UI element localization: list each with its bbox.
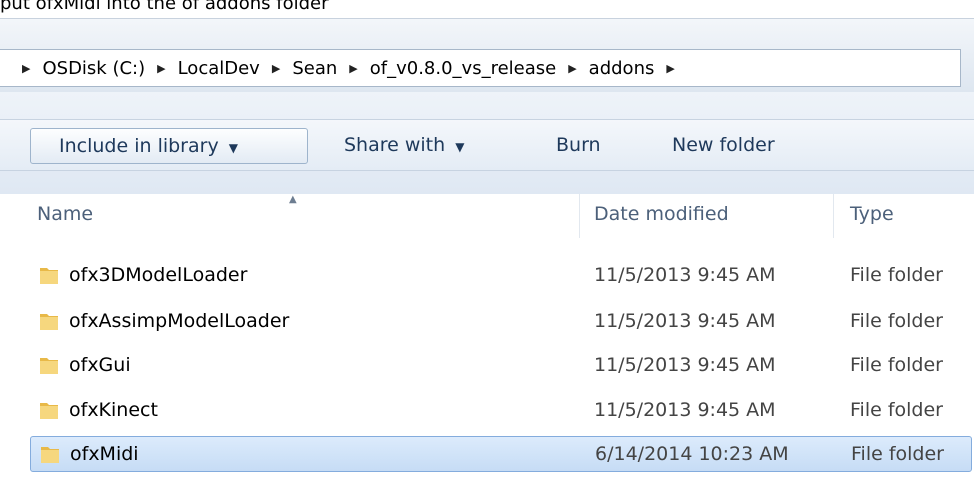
table-row-selected[interactable]: ofxMidi 6/14/2014 10:23 AM File folder [30, 436, 972, 472]
table-row[interactable]: ofxGui 11/5/2013 9:45 AM File folder [0, 348, 974, 382]
share-with-label: Share with [344, 134, 446, 156]
breadcrumb-of-release[interactable]: of_v0.8.0_vs_release [370, 58, 556, 79]
file-date: 11/5/2013 9:45 AM [594, 354, 776, 376]
dropdown-arrow-icon: ▼ [455, 140, 465, 154]
table-row[interactable]: ofxKinect 11/5/2013 9:45 AM File folder [0, 393, 974, 427]
column-divider[interactable] [833, 194, 834, 238]
breadcrumb-sean[interactable]: Sean [292, 58, 337, 79]
chevron-right-icon[interactable]: ▶ [666, 62, 674, 75]
chevron-right-icon[interactable]: ▶ [272, 62, 280, 75]
table-row[interactable]: ofx3DModelLoader 11/5/2013 9:45 AM File … [0, 258, 974, 292]
table-row[interactable]: ofxAssimpModelLoader 11/5/2013 9:45 AM F… [0, 304, 974, 338]
column-divider[interactable] [579, 194, 580, 238]
file-name: ofxGui [69, 354, 131, 376]
breadcrumb[interactable]: ▶ OSDisk (C:) ▶ LocalDev ▶ Sean ▶ of_v0.… [0, 49, 961, 87]
file-type: File folder [850, 354, 943, 376]
column-date-header[interactable]: Date modified [594, 194, 729, 234]
file-type: File folder [850, 310, 943, 332]
chevron-right-icon[interactable]: ▶ [349, 62, 357, 75]
file-type: File folder [850, 399, 943, 421]
file-date: 11/5/2013 9:45 AM [594, 310, 776, 332]
dropdown-arrow-icon: ▼ [228, 141, 238, 155]
address-bar: ▶ OSDisk (C:) ▶ LocalDev ▶ Sean ▶ of_v0.… [0, 18, 974, 93]
breadcrumb-osdisk[interactable]: OSDisk (C:) [42, 58, 145, 79]
new-folder-button[interactable]: New folder [672, 128, 775, 162]
file-name: ofxMidi [70, 443, 139, 465]
burn-button[interactable]: Burn [556, 128, 601, 162]
column-type-header[interactable]: Type [850, 194, 894, 234]
chevron-right-icon[interactable]: ▶ [568, 62, 576, 75]
folder-icon [40, 358, 58, 374]
file-name: ofxAssimpModelLoader [69, 310, 290, 332]
file-date: 6/14/2014 10:23 AM [595, 443, 789, 465]
folder-icon [40, 403, 58, 419]
folder-icon [40, 268, 58, 284]
file-name: ofx3DModelLoader [69, 264, 248, 286]
file-date: 11/5/2013 9:45 AM [594, 399, 776, 421]
file-date: 11/5/2013 9:45 AM [594, 264, 776, 286]
sort-ascending-icon: ▲ [289, 194, 297, 205]
breadcrumb-localdev[interactable]: LocalDev [178, 58, 260, 79]
include-in-library-label: Include in library [59, 135, 219, 157]
command-bar: Include in library ▼ Share with ▼ Burn New… [0, 92, 974, 194]
include-in-library-button[interactable]: Include in library ▼ [30, 128, 308, 164]
file-type: File folder [850, 264, 943, 286]
chevron-right-icon[interactable]: ▶ [157, 62, 165, 75]
column-name-header[interactable]: Name [37, 194, 93, 234]
file-name: ofxKinect [69, 399, 158, 421]
caption-text: put ofxMidi into the of addons folder [0, 0, 329, 14]
folder-icon [40, 314, 58, 330]
file-type: File folder [851, 443, 944, 465]
column-header: ▲ Name Date modified Type [0, 194, 974, 238]
breadcrumb-addons[interactable]: addons [589, 58, 655, 79]
chevron-right-icon[interactable]: ▶ [22, 62, 30, 75]
share-with-button[interactable]: Share with ▼ [344, 128, 464, 162]
folder-icon [41, 447, 59, 463]
